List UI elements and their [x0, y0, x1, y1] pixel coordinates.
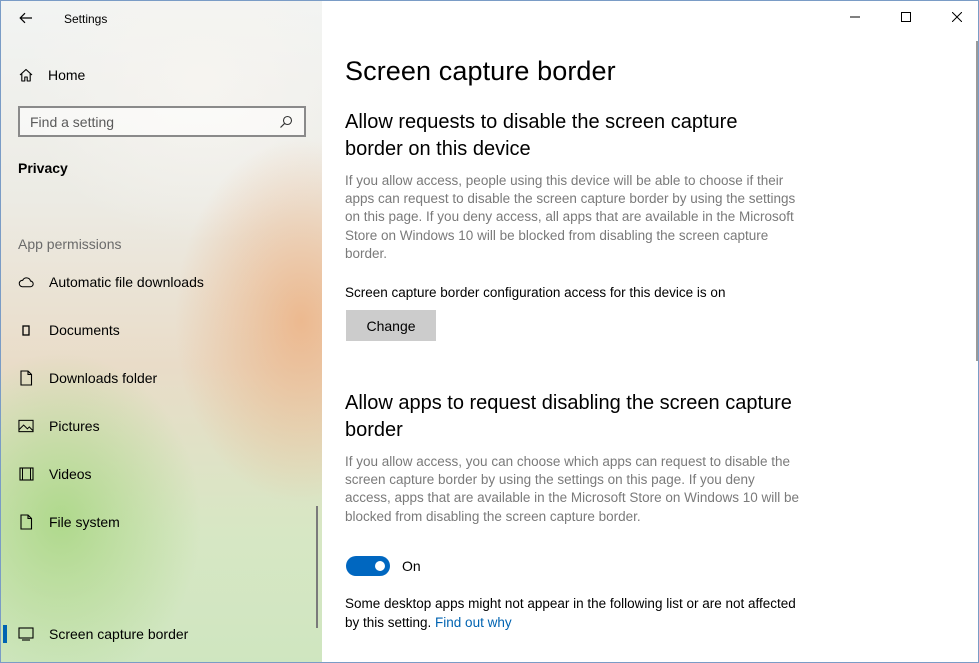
note-text: Some desktop apps might not appear in th…	[345, 596, 796, 630]
sidebar: Settings Home Privacy App permissions	[1, 1, 322, 662]
document-icon	[18, 322, 34, 338]
close-button[interactable]	[934, 1, 978, 33]
group-label: App permissions	[18, 236, 122, 252]
selection-indicator	[3, 625, 7, 643]
sidebar-item-label: Pictures	[49, 418, 100, 434]
nav-home[interactable]: Home	[18, 63, 85, 87]
file-icon	[18, 514, 34, 530]
video-icon	[18, 466, 34, 482]
sidebar-item-screen-capture-border[interactable]: Screen capture border	[1, 619, 322, 649]
sidebar-item-pictures[interactable]: Pictures	[1, 411, 322, 441]
search-box[interactable]	[18, 106, 306, 137]
change-button[interactable]: Change	[346, 310, 436, 341]
search-input[interactable]	[30, 113, 278, 130]
file-icon	[18, 370, 34, 386]
maximize-button[interactable]	[883, 1, 929, 33]
page-title: Screen capture border	[345, 56, 616, 86]
back-button[interactable]	[15, 8, 37, 28]
maximize-icon	[901, 12, 911, 22]
find-out-why-link[interactable]: Find out why	[435, 615, 512, 630]
window-title: Settings	[64, 12, 108, 26]
access-status-text: Screen capture border configuration acce…	[345, 285, 726, 300]
cloud-icon	[18, 274, 34, 290]
sidebar-item-file-system[interactable]: File system	[1, 507, 322, 537]
section2-description: If you allow access, you can choose whic…	[345, 454, 799, 524]
close-icon	[952, 12, 962, 22]
nav-home-label: Home	[48, 67, 86, 83]
screen-capture-icon	[18, 626, 34, 642]
sidebar-scrollbar[interactable]	[316, 506, 318, 628]
home-icon	[18, 67, 34, 83]
sidebar-item-label: Automatic file downloads	[49, 274, 204, 290]
main-content: Screen capture border Allow requests to …	[322, 1, 978, 662]
back-arrow-icon	[19, 12, 32, 24]
sidebar-item-videos[interactable]: Videos	[1, 459, 322, 489]
section1-description: If you allow access, people using this d…	[345, 173, 796, 261]
minimize-button[interactable]	[832, 1, 878, 33]
sidebar-item-automatic-file-downloads[interactable]: Automatic file downloads	[1, 267, 322, 297]
allow-apps-toggle[interactable]	[346, 556, 390, 576]
sidebar-item-label: Downloads folder	[49, 370, 158, 386]
picture-icon	[18, 418, 34, 434]
settings-window: Settings Home Privacy App permissions	[0, 0, 979, 663]
toggle-knob	[375, 561, 385, 571]
sidebar-item-label: Videos	[49, 466, 92, 482]
desktop-apps-note: Some desktop apps might not appear in th…	[345, 595, 805, 632]
minimize-icon	[850, 16, 860, 18]
sidebar-item-label: Screen capture border	[49, 626, 189, 642]
sidebar-item-label: Documents	[49, 322, 120, 338]
section1-heading: Allow requests to disable the screen cap…	[345, 111, 738, 160]
sidebar-item-label: File system	[49, 514, 120, 530]
sidebar-item-documents[interactable]: Documents	[1, 315, 322, 345]
window-controls	[827, 1, 978, 33]
toggle-state-label: On	[402, 558, 421, 574]
section-title: Privacy	[18, 160, 68, 176]
search-icon[interactable]	[278, 114, 294, 130]
section2-heading: Allow apps to request disabling the scre…	[345, 392, 792, 441]
sidebar-item-downloads-folder[interactable]: Downloads folder	[1, 363, 322, 393]
